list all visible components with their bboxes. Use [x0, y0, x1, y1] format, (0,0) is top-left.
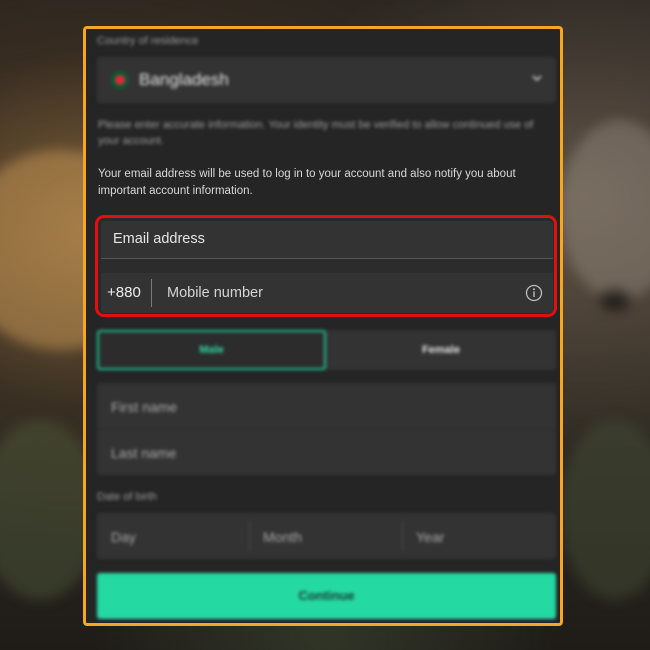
gender-male-button[interactable]: Male [97, 330, 326, 370]
first-name-input[interactable]: First name [111, 399, 177, 415]
country-value: Bangladesh [139, 70, 229, 89]
chevron-down-icon [532, 75, 542, 82]
email-input[interactable]: Email address [101, 221, 553, 259]
dob-label: Date of birth [97, 491, 157, 503]
info-icon[interactable] [525, 284, 543, 302]
field-gap [101, 259, 553, 273]
country-select[interactable]: Bangladesh [97, 57, 556, 103]
dob-fields: Day Month Year [97, 513, 556, 559]
email-notice: Your email address will be used to log i… [98, 168, 516, 197]
dob-divider [402, 521, 403, 551]
dob-day-input[interactable]: Day [111, 529, 136, 545]
continue-button[interactable]: Continue [97, 573, 556, 619]
country-code-prefix[interactable]: +880 [107, 284, 141, 301]
gender-toggle: Male Female [97, 330, 556, 370]
gender-female-button[interactable]: Female [326, 330, 556, 370]
prefix-divider [151, 279, 152, 307]
mobile-placeholder: Mobile number [167, 285, 263, 301]
country-label: Country of residence [97, 35, 199, 47]
mobile-input[interactable]: +880 Mobile number [101, 273, 553, 313]
identity-notice: Please enter accurate information. Your … [98, 119, 534, 147]
highlight-box: Email address +880 Mobile number [95, 215, 557, 317]
dob-month-input[interactable]: Month [263, 529, 302, 545]
name-fields: First name Last name [97, 383, 556, 475]
dob-year-input[interactable]: Year [416, 529, 444, 545]
dob-divider [249, 521, 250, 551]
bangladesh-flag-icon [111, 71, 129, 89]
name-divider [97, 429, 556, 430]
registration-form-panel: Country of residence Bangladesh Please e… [83, 26, 563, 626]
last-name-input[interactable]: Last name [111, 445, 176, 461]
email-placeholder: Email address [113, 231, 205, 247]
